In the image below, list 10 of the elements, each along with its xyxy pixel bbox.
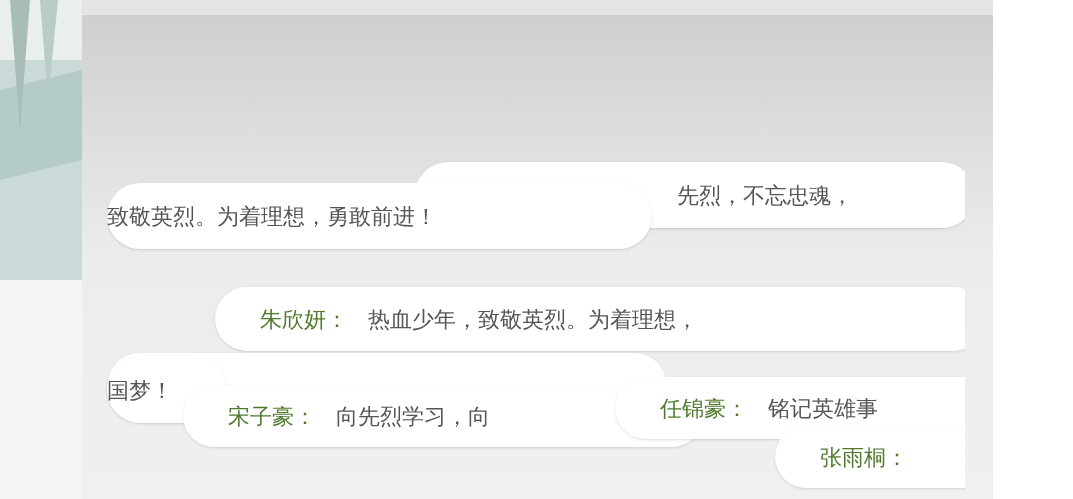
message-text: 先烈，不忘忠魂， [677, 181, 853, 210]
sender-name: 任锦豪： [660, 394, 748, 423]
message-text: 致敬英烈。为着理想，勇敢前进！ [107, 202, 437, 231]
message-text: 热血少年，致敬英烈。为着理想， [368, 305, 698, 334]
message-text: 向先烈学习，向 [336, 402, 490, 431]
sender-name: 宋子豪： [228, 402, 316, 431]
sender-name: 朱欣妍： [260, 305, 348, 334]
sender-name: 张雨桐： [820, 443, 908, 472]
message-text: 国梦！ [107, 376, 173, 405]
message-text: 铭记英雄事 [768, 394, 878, 423]
